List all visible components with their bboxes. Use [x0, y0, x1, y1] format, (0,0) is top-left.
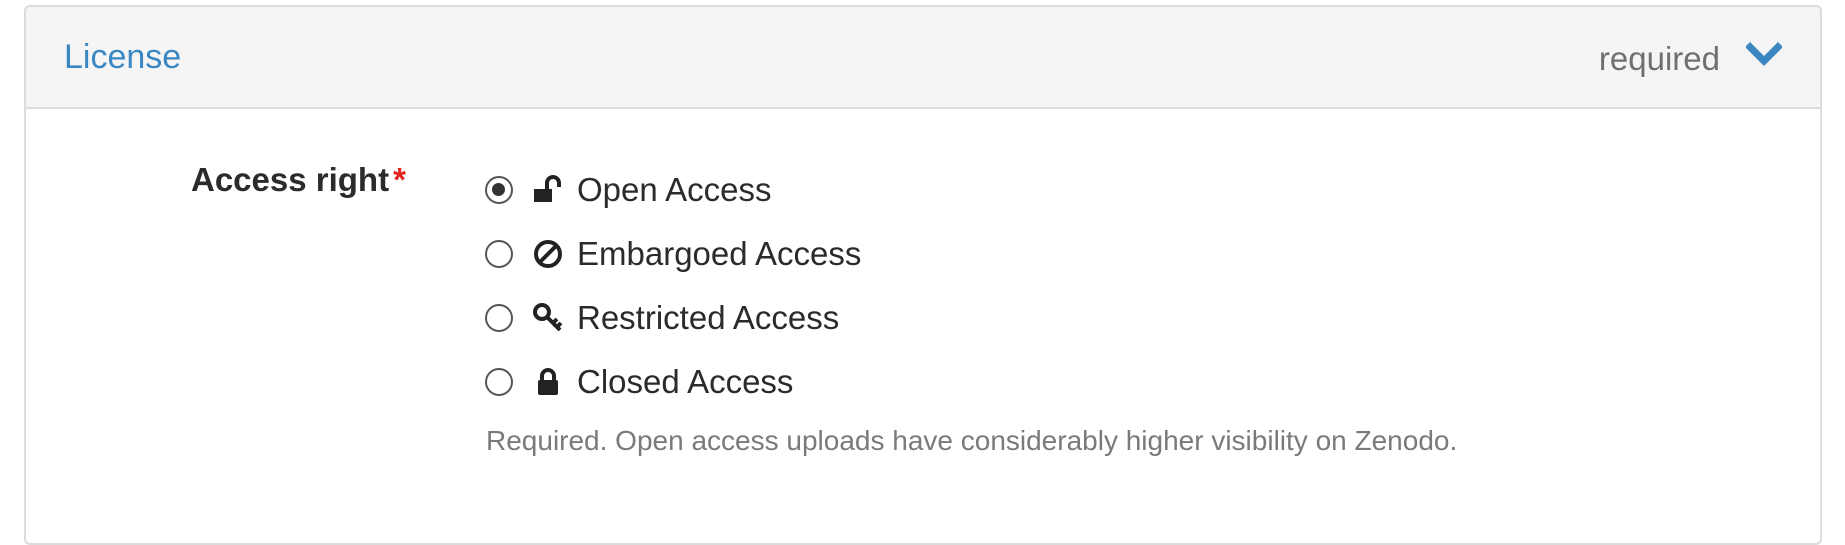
required-label: required	[1598, 40, 1720, 77]
license-panel: License required	[24, 5, 1822, 545]
chevron-down-icon[interactable]	[1745, 41, 1783, 69]
option-label-open: Open Access	[577, 171, 772, 208]
radio-closed-access[interactable]	[485, 368, 513, 396]
option-label-closed: Closed Access	[577, 363, 794, 400]
access-option-restricted[interactable]: Restricted Access	[485, 296, 839, 340]
access-option-open[interactable]: Open Access	[485, 168, 771, 212]
option-label-restricted: Restricted Access	[577, 299, 840, 336]
access-right-label-text: Access right	[191, 161, 390, 198]
access-option-closed[interactable]: Closed Access	[485, 360, 793, 404]
unlock-icon	[531, 173, 565, 207]
access-option-embargoed[interactable]: Embargoed Access	[485, 232, 861, 276]
key-icon	[531, 301, 565, 335]
lock-icon	[531, 365, 565, 399]
ban-icon	[531, 237, 565, 271]
access-right-label: Access right *	[191, 161, 406, 199]
radio-restricted-access[interactable]	[485, 304, 513, 332]
required-star: *	[393, 161, 406, 198]
radio-open-access[interactable]	[485, 176, 513, 204]
help-text: Required. Open access uploads have consi…	[486, 425, 1458, 456]
radio-embargoed-access[interactable]	[485, 240, 513, 268]
panel-title[interactable]: License	[64, 38, 181, 77]
panel-header[interactable]: License required	[26, 7, 1820, 109]
option-label-embargoed: Embargoed Access	[577, 235, 862, 272]
